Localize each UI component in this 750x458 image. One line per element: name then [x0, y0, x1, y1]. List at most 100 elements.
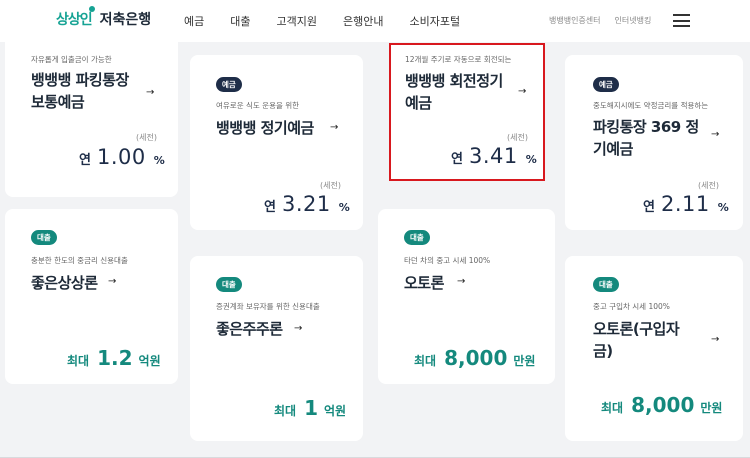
- interest-rate: 연 2.11 %: [643, 192, 729, 216]
- product-title-line-1: 오토론(구입자: [593, 320, 680, 338]
- pretax-note: (세전): [136, 133, 157, 142]
- product-title-line-2: 보통예금: [31, 93, 85, 111]
- product-desc: 타던 차의 중고 시세 100%: [404, 256, 491, 265]
- product-card-good-sangsang-loan[interactable]: 대출 충분한 한도의 중금리 신용대출 좋은상상론 → 최대 1.2 억원: [5, 209, 178, 384]
- product-title-line-1: 좋은주주론: [216, 320, 283, 338]
- loan-limit: 최대 1.2 억원: [67, 346, 161, 370]
- product-title: 파킹통장 369 정 기예금: [593, 116, 699, 160]
- product-desc: 증권계좌 보유자를 위한 신용대출: [216, 302, 320, 311]
- nav-item-about[interactable]: 은행안내: [343, 13, 383, 29]
- arrow-right-icon: →: [457, 276, 466, 287]
- product-title-line-2: 금): [593, 342, 613, 360]
- loan-limit: 최대 8,000 만원: [601, 393, 722, 417]
- product-card-auto-loan-purchase[interactable]: 대출 중고 구입차 시세 100% 오토론(구입자 금) → 최대 8,000 …: [565, 256, 743, 441]
- utility-links: 뱅뱅뱅인증센터 인터넷뱅킹: [549, 15, 651, 26]
- rate-prefix: 연: [643, 200, 655, 215]
- internet-banking-link[interactable]: 인터넷뱅킹: [615, 15, 652, 26]
- rate-unit: %: [153, 154, 165, 167]
- rate-value: 1.00: [96, 145, 146, 169]
- product-title-line-1: 뱅뱅뱅 파킹통장: [31, 71, 129, 89]
- logo-mark: 상상인: [56, 6, 95, 29]
- product-card-parking-369[interactable]: 예금 중도해지시에도 약정금리를 적용하는 파킹통장 369 정 기예금 → (…: [565, 55, 743, 230]
- arrow-right-icon: →: [711, 129, 720, 140]
- product-title: 오토론: [404, 272, 444, 294]
- product-title: 뱅뱅뱅 회전정기 예금: [405, 70, 503, 114]
- loan-amount: 8,000: [444, 346, 508, 370]
- product-title-line-1: 좋은상상론: [31, 274, 98, 292]
- product-title-line-1: 뱅뱅뱅 회전정기: [405, 72, 503, 90]
- product-card-good-shareholder-loan[interactable]: 대출 증권계좌 보유자를 위한 신용대출 좋은주주론 → 최대 1 억원: [190, 256, 363, 441]
- arrow-right-icon: →: [294, 323, 303, 334]
- loan-unit: 억원: [138, 354, 161, 368]
- interest-rate: 연 1.00 %: [79, 145, 165, 169]
- product-card-time-deposit[interactable]: 예금 여유로운 식도 운용을 위한 뱅뱅뱅 정기예금 → (세전) 연 3.21…: [190, 55, 363, 230]
- arrow-right-icon: →: [108, 276, 117, 287]
- product-desc: 12개월 주기로 자동으로 회전되는: [405, 55, 512, 64]
- interest-rate: 연 3.41 %: [451, 144, 537, 168]
- product-title-line-2: 기예금: [593, 140, 633, 158]
- loan-unit: 만원: [700, 401, 723, 415]
- loan-amount: 1.2: [97, 346, 133, 370]
- product-desc: 자유롭게 입출금이 가능한: [31, 55, 112, 64]
- product-title-line-1: 뱅뱅뱅 정기예금: [216, 119, 314, 137]
- loan-amount: 8,000: [631, 393, 695, 417]
- menu-icon[interactable]: [673, 14, 690, 27]
- loan-limit: 최대 1 억원: [274, 396, 346, 420]
- loan-prefix: 최대: [601, 401, 624, 415]
- product-card-auto-loan[interactable]: 대출 타던 차의 중고 시세 100% 오토론 → 최대 8,000 만원: [378, 209, 555, 384]
- loan-unit: 억원: [324, 404, 347, 418]
- rate-unit: %: [717, 201, 729, 214]
- nav-item-deposit[interactable]: 예금: [184, 13, 204, 29]
- arrow-right-icon: →: [146, 87, 155, 98]
- nav-item-support[interactable]: 고객지원: [277, 13, 317, 29]
- product-title-line-1: 파킹통장 369 정: [593, 118, 699, 136]
- product-card-rotating-deposit[interactable]: 12개월 주기로 자동으로 회전되는 뱅뱅뱅 회전정기 예금 → (세전) 연 …: [389, 43, 545, 181]
- pretax-note: (세전): [698, 181, 719, 190]
- arrow-right-icon: →: [518, 86, 527, 97]
- category-badge: 대출: [31, 230, 57, 245]
- product-title-line-1: 오토론: [404, 274, 444, 292]
- loan-prefix: 최대: [414, 354, 437, 368]
- arrow-right-icon: →: [711, 334, 720, 345]
- product-desc: 중도해지시에도 약정금리를 적용하는: [593, 101, 709, 110]
- rate-prefix: 연: [451, 152, 463, 167]
- loan-prefix: 최대: [274, 404, 297, 418]
- bank-logo[interactable]: 상상인 저축은행: [56, 6, 152, 29]
- product-title: 오토론(구입자 금): [593, 318, 680, 362]
- category-badge: 대출: [404, 230, 430, 245]
- product-desc: 충분한 한도의 중금리 신용대출: [31, 256, 128, 265]
- rate-unit: %: [525, 153, 537, 166]
- product-title-line-2: 예금: [405, 94, 432, 112]
- product-title: 뱅뱅뱅 파킹통장 보통예금: [31, 69, 129, 113]
- main-nav: 예금 대출 고객지원 은행안내 소비자포털: [184, 13, 486, 29]
- arrow-right-icon: →: [330, 122, 339, 133]
- rate-prefix: 연: [79, 153, 91, 168]
- rate-value: 3.21: [281, 192, 331, 216]
- category-badge: 예금: [593, 77, 619, 92]
- rate-value: 3.41: [468, 144, 518, 168]
- loan-prefix: 최대: [67, 354, 90, 368]
- logo-dot-icon: [88, 6, 95, 12]
- loan-limit: 최대 8,000 만원: [414, 346, 535, 370]
- auth-center-link[interactable]: 뱅뱅뱅인증센터: [549, 15, 601, 26]
- pretax-note: (세전): [320, 181, 341, 190]
- product-title: 좋은상상론: [31, 272, 98, 294]
- loan-amount: 1: [304, 396, 319, 420]
- product-desc: 중고 구입차 시세 100%: [593, 302, 670, 311]
- rate-value: 2.11: [660, 192, 710, 216]
- rate-prefix: 연: [264, 200, 276, 215]
- nav-item-consumer-portal[interactable]: 소비자포털: [409, 13, 460, 29]
- product-title: 좋은주주론: [216, 318, 283, 340]
- category-badge: 대출: [216, 277, 242, 292]
- product-desc: 여유로운 식도 운용을 위한: [216, 101, 300, 110]
- rate-unit: %: [338, 201, 350, 214]
- product-card-parking-account[interactable]: 자유롭게 입출금이 가능한 뱅뱅뱅 파킹통장 보통예금 → (세전) 연 1.0…: [5, 34, 178, 197]
- nav-item-loan[interactable]: 대출: [230, 13, 250, 29]
- product-title: 뱅뱅뱅 정기예금: [216, 117, 314, 139]
- logo-text: 저축은행: [99, 12, 152, 28]
- loan-unit: 만원: [513, 354, 536, 368]
- category-badge: 예금: [216, 77, 242, 92]
- category-badge: 대출: [593, 277, 619, 292]
- interest-rate: 연 3.21 %: [264, 192, 350, 216]
- pretax-note: (세전): [507, 133, 528, 142]
